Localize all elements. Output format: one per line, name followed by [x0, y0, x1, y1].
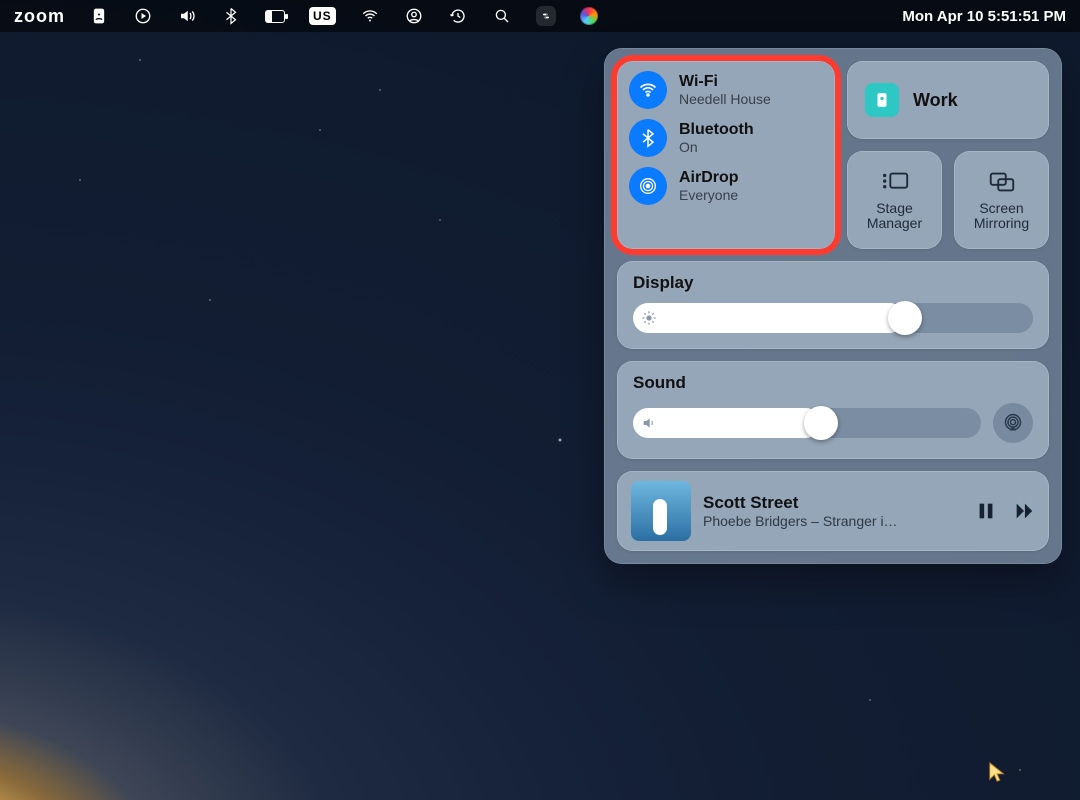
display-tile: Display — [617, 261, 1049, 349]
search-icon[interactable] — [492, 6, 512, 26]
control-center-icon[interactable] — [536, 6, 556, 26]
sound-tile: Sound — [617, 361, 1049, 459]
control-center-panel: Wi-Fi Needell House Bluetooth On AirDrop… — [604, 48, 1062, 564]
brightness-slider[interactable] — [633, 303, 1033, 333]
screen-mirroring-icon — [987, 169, 1017, 195]
stage-manager-label: Stage Manager — [851, 201, 938, 232]
screen-mirroring-label: Screen Mirroring — [958, 201, 1045, 232]
now-playing-tile[interactable]: Scott Street Phoebe Bridgers – Stranger … — [617, 471, 1049, 551]
focus-label: Work — [913, 90, 958, 111]
wifi-icon[interactable] — [360, 6, 380, 26]
airdrop-subtitle: Everyone — [679, 187, 739, 203]
bluetooth-toggle[interactable]: Bluetooth On — [629, 119, 823, 157]
id-badge-icon[interactable] — [89, 6, 109, 26]
volume-slider[interactable] — [633, 408, 981, 438]
time-machine-icon[interactable] — [448, 6, 468, 26]
battery-icon[interactable] — [265, 6, 285, 26]
wifi-subtitle: Needell House — [679, 91, 771, 107]
next-track-button[interactable] — [1013, 500, 1035, 522]
airdrop-icon — [629, 167, 667, 205]
track-title: Scott Street — [703, 493, 963, 513]
wifi-title: Wi-Fi — [679, 73, 771, 91]
airdrop-title: AirDrop — [679, 169, 739, 187]
airplay-audio-button[interactable] — [993, 403, 1033, 443]
pause-button[interactable] — [975, 500, 997, 522]
brightness-icon — [641, 310, 657, 326]
speaker-icon — [641, 415, 657, 431]
menubar-clock[interactable]: Mon Apr 10 5:51:51 PM — [902, 8, 1066, 25]
screen-mirroring-tile[interactable]: Screen Mirroring — [954, 151, 1049, 249]
bluetooth-icon — [629, 119, 667, 157]
bluetooth-subtitle: On — [679, 139, 754, 155]
bluetooth-icon[interactable] — [221, 6, 241, 26]
album-art — [631, 481, 691, 541]
play-circle-icon[interactable] — [133, 6, 153, 26]
input-source-badge[interactable]: US — [309, 7, 336, 25]
bluetooth-title: Bluetooth — [679, 121, 754, 139]
volume-icon[interactable] — [177, 6, 197, 26]
focus-work-icon — [865, 83, 899, 117]
focus-tile[interactable]: Work — [847, 61, 1049, 139]
user-circle-icon[interactable] — [404, 6, 424, 26]
airdrop-toggle[interactable]: AirDrop Everyone — [629, 167, 823, 205]
sound-label: Sound — [633, 373, 1033, 393]
connectivity-tile[interactable]: Wi-Fi Needell House Bluetooth On AirDrop… — [617, 61, 835, 249]
stage-manager-icon — [880, 169, 910, 195]
display-label: Display — [633, 273, 1033, 293]
stage-manager-tile[interactable]: Stage Manager — [847, 151, 942, 249]
menu-bar: zoom US Mon Apr 10 5:51:51 PM — [0, 0, 1080, 32]
wifi-toggle[interactable]: Wi-Fi Needell House — [629, 71, 823, 109]
track-subtitle: Phoebe Bridgers – Stranger i… — [703, 513, 963, 529]
zoom-app-label[interactable]: zoom — [14, 6, 65, 27]
wifi-icon — [629, 71, 667, 109]
siri-icon[interactable] — [580, 7, 598, 25]
